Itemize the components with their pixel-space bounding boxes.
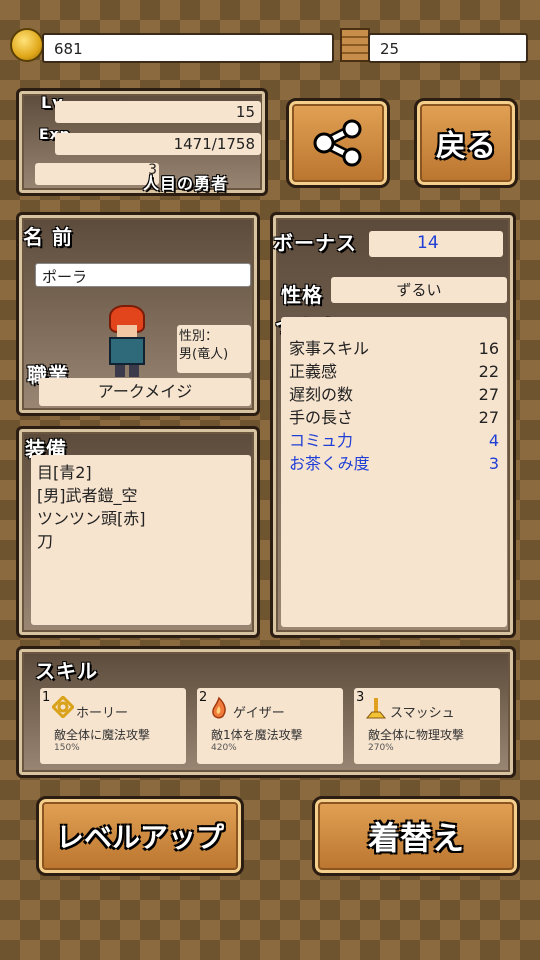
stat-row-tea-serving: お茶くみ度 3 bbox=[289, 452, 499, 475]
personality-value: ずるい bbox=[396, 281, 442, 299]
item-value: 25 bbox=[380, 40, 400, 58]
stat-name: 遅刻の数 bbox=[289, 385, 354, 404]
skill-num: 1 bbox=[42, 690, 51, 705]
gender-field: 性別： 男(竜人) bbox=[177, 325, 251, 373]
level-up-button[interactable]: レベルアップ bbox=[36, 796, 244, 876]
stat-value: 27 bbox=[478, 385, 499, 404]
name-value: ポーラ bbox=[42, 268, 88, 286]
equipment-list: 目[青2] [男]武者鎧_空 ツンツン頭[赤] 刀 bbox=[31, 455, 251, 625]
share-button[interactable] bbox=[286, 98, 390, 188]
change-clothes-label: 着替え bbox=[367, 819, 464, 857]
stats-list: 家事スキル 16 正義感 22 遅刻の数 27 手の長さ 27 コミュ力 4 お… bbox=[281, 317, 507, 627]
skill-desc: 敵1体を魔法攻撃 bbox=[211, 728, 303, 742]
skill-card-holy[interactable]: 1 ホーリー 敵全体に魔法攻撃 150% bbox=[40, 688, 186, 764]
item-crate-icon bbox=[340, 28, 370, 62]
item-counter-field: 25 bbox=[368, 33, 528, 63]
job-field: アークメイジ bbox=[39, 378, 251, 406]
gender-label: 性別： bbox=[179, 329, 219, 344]
stat-name: 家事スキル bbox=[289, 339, 370, 358]
stat-row-housework: 家事スキル 16 bbox=[289, 337, 499, 360]
stat-row-lateness: 遅刻の数 27 bbox=[289, 383, 499, 406]
holy-icon bbox=[52, 696, 74, 718]
gold-coin-icon bbox=[10, 28, 44, 62]
stat-value: 4 bbox=[488, 431, 499, 450]
stat-row-communication: コミュ力 4 bbox=[289, 429, 499, 452]
equipment-panel: 装備 目[青2] [男]武者鎧_空 ツンツン頭[赤] 刀 bbox=[16, 426, 260, 638]
name-field: ポーラ bbox=[35, 263, 251, 287]
back-button[interactable]: 戻る bbox=[414, 98, 518, 188]
stat-row-justice: 正義感 22 bbox=[289, 360, 499, 383]
stat-value: 3 bbox=[488, 454, 499, 473]
hero-count-text: 人目の勇者 bbox=[143, 174, 229, 193]
skill-name: ホーリー bbox=[76, 706, 129, 721]
skill-pct: 420% bbox=[211, 743, 237, 753]
name-header: 名 前 bbox=[23, 225, 73, 249]
name-panel: 名 前 ポーラ 性別： 男(竜人) 職業 アークメイジ bbox=[16, 212, 260, 416]
hero-count-field: 3 bbox=[35, 162, 159, 185]
bonus-field: 14 bbox=[369, 231, 503, 257]
stat-name: お茶くみ度 bbox=[289, 454, 370, 473]
skill-card-geyser[interactable]: 2 ゲイザー 敵1体を魔法攻撃 420% bbox=[197, 688, 343, 764]
equipment-item: 刀 bbox=[37, 532, 54, 551]
lv-value: 15 bbox=[235, 103, 255, 121]
stat-row-arm-length: 手の長さ 27 bbox=[289, 406, 499, 429]
skill-name: ゲイザー bbox=[233, 706, 285, 721]
exp-field: 1471/1758 bbox=[55, 133, 261, 155]
skill-card-smash[interactable]: 3 スマッシュ 敵全体に物理攻撃 270% bbox=[354, 688, 500, 764]
exp-value: 1471/1758 bbox=[173, 135, 255, 153]
bonus-label: ボーナス bbox=[273, 231, 357, 255]
stat-name: コミュ力 bbox=[289, 431, 354, 450]
lv-field: 15 bbox=[55, 101, 261, 123]
gold-counter-field: 681 bbox=[42, 33, 334, 63]
stat-value: 27 bbox=[478, 408, 499, 427]
skill-desc: 敵全体に魔法攻撃 bbox=[54, 728, 151, 742]
change-clothes-button[interactable]: 着替え bbox=[312, 796, 520, 876]
share-icon bbox=[313, 119, 362, 167]
job-value: アークメイジ bbox=[97, 382, 193, 401]
character-sprite bbox=[105, 307, 149, 377]
skill-desc: 敵全体に物理攻撃 bbox=[368, 728, 465, 742]
equipment-item: ツンツン頭[赤] bbox=[37, 509, 146, 528]
bonus-panel: ボーナス 14 性格 ずるい つよさ 家事スキル 16 正義感 22 遅刻の数 … bbox=[270, 212, 516, 638]
gold-value: 681 bbox=[54, 40, 83, 58]
skills-header: スキル bbox=[35, 659, 98, 683]
level-panel: Lv 15 Exp 1471/1758 3 人目の勇者 bbox=[16, 88, 268, 196]
back-button-label: 戻る bbox=[436, 129, 496, 164]
bonus-value: 14 bbox=[417, 233, 439, 253]
personality-label: 性格 bbox=[281, 283, 323, 307]
personality-field: ずるい bbox=[331, 277, 507, 303]
geyser-icon bbox=[212, 696, 226, 719]
stat-name: 正義感 bbox=[289, 362, 338, 381]
level-up-label: レベルアップ bbox=[55, 821, 224, 854]
smash-icon bbox=[365, 698, 387, 719]
stat-value: 22 bbox=[478, 362, 499, 381]
skill-pct: 150% bbox=[54, 743, 80, 753]
skill-pct: 270% bbox=[368, 743, 394, 753]
stat-value: 16 bbox=[478, 339, 499, 358]
equipment-item: [男]武者鎧_空 bbox=[37, 486, 138, 505]
equipment-item: 目[青2] bbox=[37, 463, 92, 482]
skill-name: スマッシュ bbox=[390, 706, 455, 721]
gender-value: 男(竜人) bbox=[179, 347, 229, 362]
stat-name: 手の長さ bbox=[289, 408, 354, 427]
